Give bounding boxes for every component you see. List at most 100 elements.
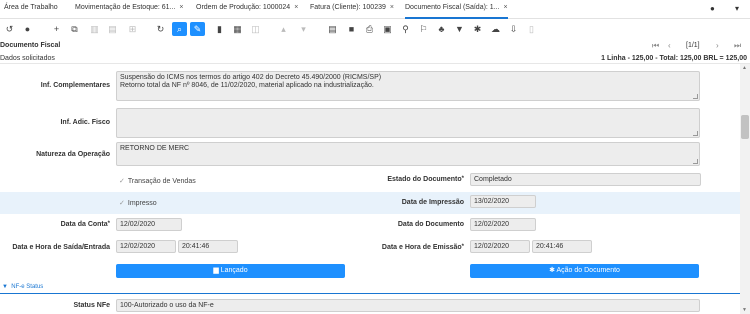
- status-total: 1 Linha - 125,00 - Total: 125,00 BRL = 1…: [601, 55, 747, 62]
- estado-label: Estado do Documento*: [387, 176, 464, 183]
- data-impressao-label: Data de Impressão: [401, 199, 464, 206]
- request-icon[interactable]: ♣: [434, 22, 449, 36]
- scroll-up-icon[interactable]: ▲: [742, 65, 747, 71]
- checkmark-icon: ✓: [119, 178, 125, 185]
- checkmark-icon: ✓: [119, 200, 125, 207]
- inf-complementares-line1: Suspensão do ICMS nos termos do artigo 4…: [120, 74, 382, 81]
- estado-field[interactable]: Completado: [470, 173, 701, 186]
- toolbar: ↺ ● + ⧉ ▥ ▤ ⊞ ↻ ⌕ ✎ ▮ ▦ ◫ ▴ ▾ ▤ ■ ⎙ ▣ ⚲ …: [0, 19, 750, 39]
- tab-label: Fatura (Cliente): 100239: [310, 4, 386, 11]
- first-record-icon[interactable]: ⏮: [652, 41, 659, 51]
- data-impressao-field[interactable]: 13/02/2020: [470, 195, 536, 208]
- report-icon[interactable]: ▤: [325, 22, 340, 36]
- scrollbar-thumb[interactable]: [741, 115, 749, 139]
- delete-selection-icon[interactable]: ▤: [105, 22, 120, 36]
- help-icon[interactable]: ●: [710, 4, 715, 13]
- data-conta-label-text: Data da Conta: [60, 221, 108, 228]
- chat-icon[interactable]: ☁: [488, 22, 503, 36]
- inf-complementares-field[interactable]: Suspensão do ICMS nos termos do artigo 4…: [116, 71, 700, 101]
- refresh-icon[interactable]: ↻: [153, 22, 168, 36]
- zoom-across-icon[interactable]: ⚲: [398, 22, 413, 36]
- gear-icon: ✱: [549, 267, 555, 274]
- status-nfe-field[interactable]: 100-Autorizado o uso da NF-e: [116, 299, 700, 312]
- archive-icon[interactable]: ■: [344, 22, 359, 36]
- parent-record-icon[interactable]: ▴: [276, 22, 291, 36]
- status-nfe-row: Status NFe 100-Autorizado o uso da NF-e: [0, 296, 740, 314]
- close-icon[interactable]: ×: [179, 4, 183, 11]
- inf-complementares-label: Inf. Complementares: [40, 82, 110, 89]
- transacao-vendas-checkbox[interactable]: ✓ Transação de Vendas: [119, 177, 196, 185]
- emissao-time-field[interactable]: 20:41:46: [532, 240, 592, 253]
- close-icon[interactable]: ×: [390, 4, 394, 11]
- chevron-down-icon[interactable]: ▾: [735, 4, 739, 13]
- download-icon[interactable]: ⇩: [506, 22, 521, 36]
- detail-record-icon[interactable]: ▾: [296, 22, 311, 36]
- natureza-field[interactable]: RETORNO DE MERC: [116, 142, 700, 166]
- undo-icon[interactable]: ↺: [2, 22, 17, 36]
- help-icon[interactable]: ●: [20, 22, 35, 36]
- data-documento-field[interactable]: 12/02/2020: [470, 218, 536, 231]
- data-conta-label: Data da Conta*: [60, 221, 110, 228]
- multi-view-icon[interactable]: ◫: [248, 22, 263, 36]
- tab-label: Documento Fiscal (Saída): 1...: [405, 4, 500, 11]
- copy-record-icon[interactable]: ⧉: [67, 22, 82, 36]
- transacao-estado-row: ✓ Transação de Vendas Estado do Documento…: [0, 170, 740, 192]
- tab-bar: Área de Trabalho Movimentação de Estoque…: [0, 0, 750, 19]
- data-conta-row: Data da Conta* 12/02/2020 Data do Docume…: [0, 214, 740, 236]
- printer-icon: ▆: [213, 267, 219, 274]
- last-record-icon[interactable]: ⏭: [734, 41, 741, 51]
- page-title: Documento Fiscal: [0, 42, 61, 49]
- nfe-status-section-title: ▼ NF-e Status: [2, 284, 43, 290]
- datas-hora-row: Data e Hora de Saída/Entrada 12/02/2020 …: [0, 236, 740, 260]
- inf-adic-fisco-row: Inf. Adic. Fisco: [0, 106, 740, 144]
- form-panel: Inf. Complementares Suspensão do ICMS no…: [0, 64, 740, 314]
- tab-area-de-trabalho[interactable]: Área de Trabalho: [4, 4, 58, 18]
- delete-icon[interactable]: ▥: [87, 22, 102, 36]
- workflow-icon[interactable]: ⚐: [416, 22, 431, 36]
- data-conta-field[interactable]: 12/02/2020: [116, 218, 182, 231]
- tab-movimentacao-estoque[interactable]: Movimentação de Estoque: 61... ×: [75, 4, 184, 18]
- saida-entrada-label: Data e Hora de Saída/Entrada: [12, 244, 110, 251]
- document-icon[interactable]: ▯: [524, 22, 539, 36]
- find-icon[interactable]: ⌕: [172, 22, 187, 36]
- scroll-down-icon[interactable]: ▼: [742, 307, 747, 313]
- product-info-icon[interactable]: ▼: [452, 22, 467, 36]
- attachment-icon[interactable]: ✎: [190, 22, 205, 36]
- history-icon[interactable]: ▮: [212, 22, 227, 36]
- saida-date-field[interactable]: 12/02/2020: [116, 240, 176, 253]
- window-title-bar: Documento Fiscal ⏮ ‹ [1/1] › ⏭: [0, 40, 750, 54]
- acao-documento-button[interactable]: ✱ Ação do Documento: [470, 264, 699, 278]
- status-bar: Dados solicitados 1 Linha - 125,00 - Tot…: [0, 54, 750, 64]
- natureza-label: Natureza da Operação: [36, 151, 110, 158]
- nfe-status-section-text: NF-e Status: [11, 284, 44, 290]
- previous-record-icon[interactable]: ‹: [668, 41, 671, 50]
- saida-time-field[interactable]: 20:41:46: [178, 240, 238, 253]
- lancado-button[interactable]: ▆ Lançado: [116, 264, 345, 278]
- emissao-date-field[interactable]: 12/02/2020: [470, 240, 530, 253]
- process-icon[interactable]: ✱: [470, 22, 485, 36]
- export-icon[interactable]: ▣: [380, 22, 395, 36]
- print-icon[interactable]: ⎙: [362, 22, 377, 36]
- natureza-row: Natureza da Operação RETORNO DE MERC: [0, 142, 740, 170]
- tab-label: Ordem de Produção: 1000024: [196, 4, 291, 11]
- grid-toggle-icon[interactable]: ▦: [230, 22, 245, 36]
- save-icon[interactable]: ⊞: [125, 22, 140, 36]
- tab-documento-fiscal[interactable]: Documento Fiscal (Saída): 1... ×: [405, 4, 508, 19]
- vertical-scrollbar[interactable]: ▲ ▼: [740, 64, 750, 314]
- tab-fatura-cliente[interactable]: Fatura (Cliente): 100239 ×: [310, 4, 394, 18]
- close-icon[interactable]: ×: [504, 4, 508, 11]
- nfe-status-section-header[interactable]: ▼ NF-e Status: [0, 283, 740, 294]
- new-record-icon[interactable]: +: [49, 22, 64, 36]
- record-pager: [1/1]: [686, 42, 700, 49]
- inf-adic-fisco-field[interactable]: [116, 108, 700, 138]
- impresso-checkbox[interactable]: ✓ Impresso: [119, 199, 157, 207]
- status-message: Dados solicitados: [0, 55, 55, 62]
- tab-ordem-producao[interactable]: Ordem de Produção: 1000024 ×: [196, 4, 298, 18]
- inf-adic-fisco-label: Inf. Adic. Fisco: [60, 119, 110, 126]
- data-documento-label: Data do Documento: [397, 221, 464, 228]
- close-icon[interactable]: ×: [294, 4, 298, 11]
- emissao-label-text: Data e Hora de Emissão: [381, 244, 462, 251]
- impresso-row: ✓ Impresso Data de Impressão 13/02/2020: [0, 192, 740, 214]
- next-record-icon[interactable]: ›: [716, 41, 719, 50]
- emissao-label: Data e Hora de Emissão*: [381, 244, 464, 251]
